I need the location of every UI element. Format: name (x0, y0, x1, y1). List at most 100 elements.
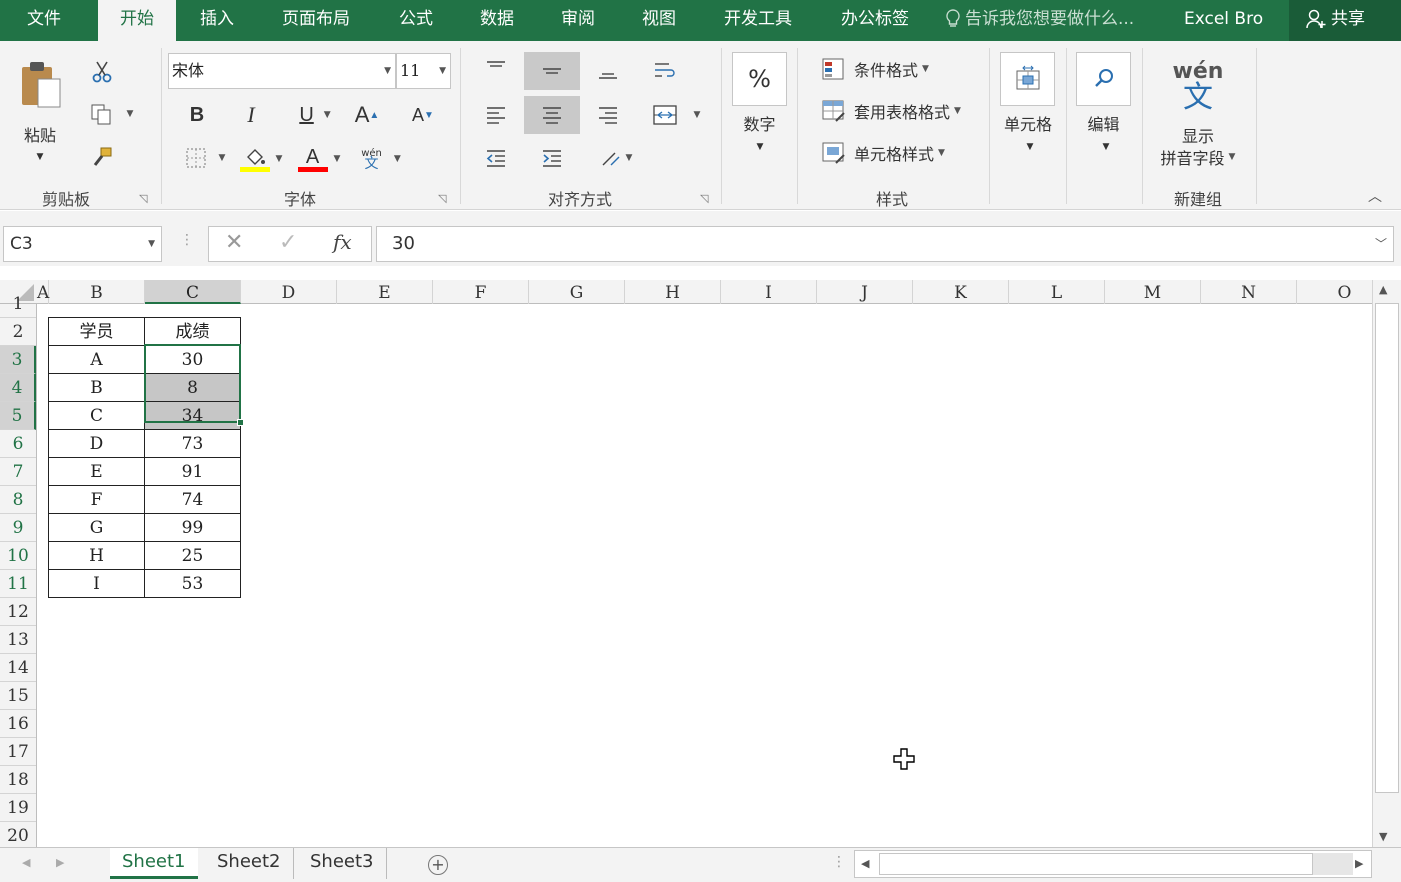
italic-button[interactable]: I (236, 100, 266, 130)
student-cell[interactable]: F (48, 485, 145, 514)
student-cell[interactable]: B (48, 373, 145, 402)
tab-home[interactable]: 开始 (98, 0, 176, 43)
paste-button[interactable] (14, 56, 66, 110)
tab-view[interactable]: 视图 (628, 0, 690, 41)
chevron-down-icon[interactable]: ▼ (439, 54, 446, 88)
column-header-b[interactable]: B (49, 280, 145, 304)
scroll-left-icon[interactable]: ◀ (861, 857, 869, 870)
dialog-launcher-icon[interactable]: ◹ (438, 192, 446, 205)
scroll-thumb[interactable] (1375, 303, 1399, 793)
tab-office-tab[interactable]: 办公标签 (829, 0, 921, 41)
format-painter-icon[interactable] (88, 143, 116, 171)
score-cell[interactable]: 91 (144, 457, 241, 486)
row-header-17[interactable]: 17 (0, 738, 36, 766)
formula-bar-grip-icon[interactable]: ⋮ (180, 232, 194, 248)
shrink-font-button[interactable]: A ▼ (408, 100, 438, 130)
phonetic-field-dropdown[interactable]: 拼音字段 ▼ (1150, 146, 1246, 168)
chevron-down-icon[interactable]: ▼ (1096, 140, 1116, 154)
scroll-down-icon[interactable]: ▼ (1379, 830, 1387, 843)
column-header-n[interactable]: N (1201, 280, 1297, 304)
h-scroll-thumb[interactable] (879, 853, 1313, 875)
phonetic-field-button[interactable]: wén 文 (1160, 54, 1236, 116)
name-box[interactable]: C3 ▼ (3, 226, 162, 262)
font-size-combo[interactable]: 11 ▼ (396, 53, 451, 89)
row-header-5[interactable]: 5 (0, 402, 36, 430)
row-header-11[interactable]: 11 (0, 570, 36, 598)
column-header-k[interactable]: K (913, 280, 1009, 304)
bold-button[interactable]: B (182, 100, 212, 130)
row-header-6[interactable]: 6 (0, 430, 36, 458)
increase-indent-icon[interactable] (538, 145, 566, 171)
cancel-icon[interactable]: ✕ (225, 230, 243, 255)
conditional-formatting-button[interactable]: 条件格式 ▼ (822, 55, 972, 83)
row-header-9[interactable]: 9 (0, 514, 36, 542)
scroll-right-icon[interactable]: ▶ (1355, 857, 1363, 870)
cut-icon[interactable] (88, 58, 116, 86)
row-header-10[interactable]: 10 (0, 542, 36, 570)
tab-file[interactable]: 文件 (0, 0, 88, 41)
column-header-l[interactable]: L (1009, 280, 1105, 304)
formula-input[interactable]: 30 ﹀ (376, 226, 1394, 262)
align-left-icon[interactable] (482, 102, 510, 128)
fill-handle[interactable] (237, 419, 244, 426)
column-header-j[interactable]: J (817, 280, 913, 304)
wrap-text-icon[interactable] (650, 58, 680, 84)
dialog-launcher-icon[interactable]: ◹ (700, 192, 708, 205)
row-header-16[interactable]: 16 (0, 710, 36, 738)
chevron-down-icon[interactable]: ▼ (1020, 140, 1040, 154)
score-cell[interactable]: 53 (144, 569, 241, 598)
orientation-button[interactable]: ▼ (594, 145, 638, 171)
column-header-e[interactable]: E (337, 280, 433, 304)
student-cell[interactable]: G (48, 513, 145, 542)
row-header-20[interactable]: 20 (0, 822, 36, 850)
decrease-indent-icon[interactable] (482, 145, 510, 171)
tab-formulas[interactable]: 公式 (385, 0, 447, 41)
cells-label[interactable]: 单元格 (996, 110, 1060, 136)
sheet-next-icon[interactable]: ▶ (56, 856, 64, 869)
column-header-i[interactable]: I (721, 280, 817, 304)
score-cell[interactable]: 99 (144, 513, 241, 542)
score-cell[interactable]: 74 (144, 485, 241, 514)
merge-center-button[interactable]: ▼ (646, 102, 706, 128)
cell-styles-button[interactable]: 单元格样式 ▼ (822, 139, 972, 167)
cells-button[interactable] (1000, 52, 1055, 106)
column-header-f[interactable]: F (433, 280, 529, 304)
row-header-1[interactable]: 1 (0, 290, 36, 318)
tab-data[interactable]: 数据 (466, 0, 528, 41)
score-cell[interactable]: 25 (144, 541, 241, 570)
row-header-15[interactable]: 15 (0, 682, 36, 710)
underline-button[interactable]: U ▼ (290, 100, 340, 130)
number-format-button[interactable]: % (732, 52, 787, 106)
row-header-13[interactable]: 13 (0, 626, 36, 654)
row-header-12[interactable]: 12 (0, 598, 36, 626)
number-label[interactable]: 数字 (732, 110, 787, 136)
fill-color-button[interactable]: ▼ (236, 143, 286, 175)
sheet-split-grip-icon[interactable]: ⋮ (832, 854, 846, 870)
chevron-down-icon[interactable]: ▼ (148, 227, 155, 261)
copy-button[interactable]: ▼ (86, 100, 136, 128)
sheet-tab-1[interactable]: Sheet1 (110, 848, 198, 879)
student-cell[interactable]: A (48, 345, 145, 374)
sheet-prev-icon[interactable]: ◀ (22, 856, 30, 869)
row-header-3[interactable]: 3 (0, 346, 36, 374)
enter-check-icon[interactable]: ✓ (279, 230, 297, 255)
format-as-table-button[interactable]: 套用表格格式 ▼ (822, 97, 982, 125)
align-bottom-icon[interactable] (594, 62, 622, 84)
column-header-d[interactable]: D (241, 280, 337, 304)
font-name-combo[interactable]: 宋体 ▼ (168, 53, 396, 89)
align-center-icon[interactable] (524, 96, 580, 134)
share-button[interactable]: 共享 (1289, 0, 1401, 41)
tab-review[interactable]: 审阅 (547, 0, 609, 41)
chevron-down-icon[interactable]: ▼ (384, 54, 391, 88)
student-cell[interactable]: H (48, 541, 145, 570)
column-header-a[interactable]: A (37, 280, 49, 304)
editing-button[interactable] (1076, 52, 1131, 106)
student-cell[interactable]: C (48, 401, 145, 430)
column-header-m[interactable]: M (1105, 280, 1201, 304)
grow-font-button[interactable]: A ▲ (352, 100, 382, 130)
student-cell[interactable]: E (48, 457, 145, 486)
add-sheet-icon[interactable]: + (428, 855, 448, 875)
show-label[interactable]: 显示 (1160, 124, 1236, 146)
row-header-14[interactable]: 14 (0, 654, 36, 682)
tell-me-box[interactable]: 告诉我您想要做什么... (945, 0, 1134, 41)
